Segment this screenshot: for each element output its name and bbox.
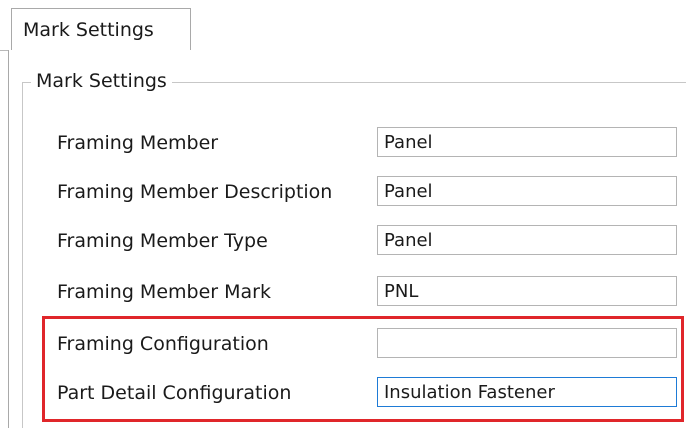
framing-configuration-field[interactable]: [377, 328, 677, 358]
framing-member-description-field[interactable]: [377, 176, 677, 206]
groupbox-title: Mark Settings: [31, 69, 172, 93]
tab-mark-settings[interactable]: Mark Settings: [11, 8, 191, 51]
framing-member-mark-field[interactable]: [377, 276, 677, 306]
framing-member-label: Framing Member: [57, 132, 219, 154]
framing-member-field[interactable]: [377, 127, 677, 157]
part-detail-configuration-field[interactable]: [377, 377, 677, 407]
framing-member-mark-label: Framing Member Mark: [57, 281, 271, 303]
part-detail-configuration-label: Part Detail Configuration: [57, 382, 292, 404]
framing-member-type-label: Framing Member Type: [57, 230, 268, 252]
mark-settings-window: Mark Settings Mark Settings Framing Memb…: [0, 0, 686, 428]
framing-configuration-label: Framing Configuration: [57, 333, 269, 355]
framing-member-description-label: Framing Member Description: [57, 181, 333, 203]
framing-member-type-field[interactable]: [377, 225, 677, 255]
